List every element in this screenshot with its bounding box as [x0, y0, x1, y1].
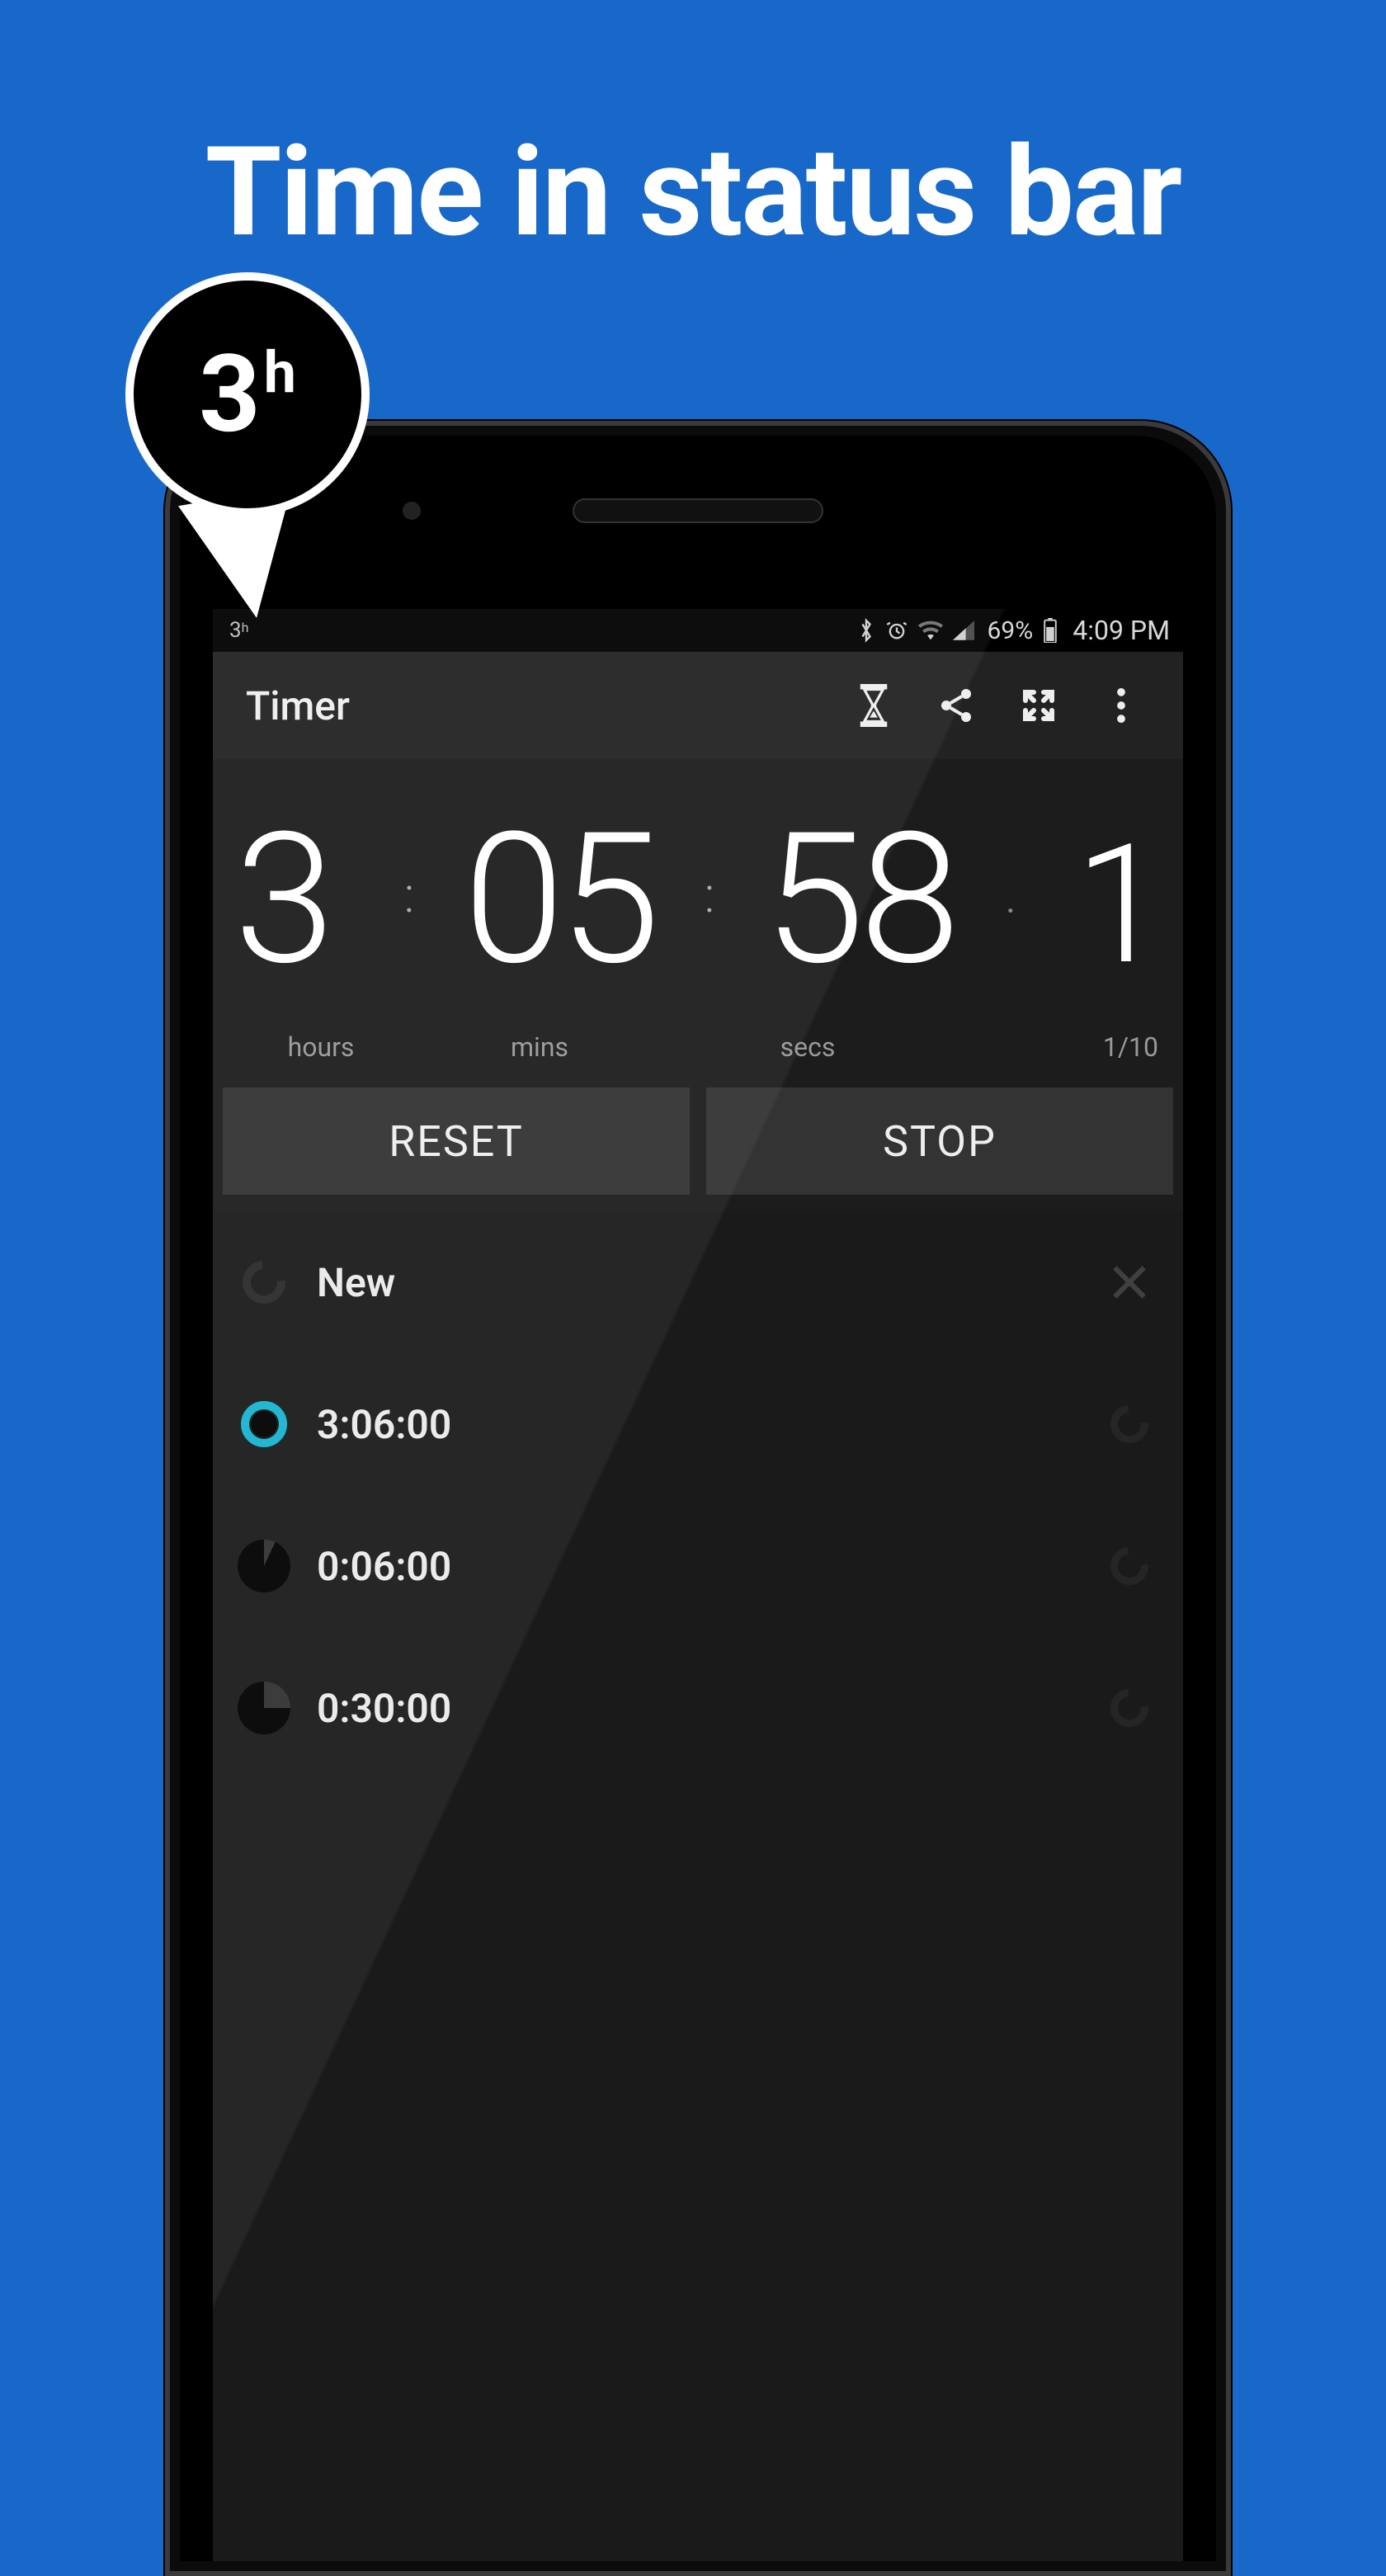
stop-button[interactable]: STOP: [706, 1087, 1173, 1195]
label-hours: hours: [234, 1031, 408, 1063]
timer-secs: 58: [736, 809, 983, 990]
share-icon[interactable]: [919, 668, 993, 743]
timer-list: New 3:06:00 0:06:00 0:30:00: [213, 1211, 1183, 2561]
list-item[interactable]: 3:06:00: [213, 1353, 1183, 1495]
refresh-icon[interactable]: [1109, 1545, 1150, 1587]
app-title: Timer: [246, 682, 828, 729]
list-item[interactable]: 0:30:00: [213, 1637, 1183, 1779]
app-toolbar: Timer: [213, 652, 1183, 759]
list-item[interactable]: 0:06:00: [213, 1495, 1183, 1637]
close-icon[interactable]: [1109, 1262, 1150, 1303]
list-item-label: 3:06:00: [317, 1401, 1082, 1448]
alarm-icon: [885, 619, 908, 642]
promo-headline: Time in status bar: [0, 120, 1386, 265]
actions-row: RESET STOP: [213, 1074, 1183, 1211]
time-separator: ·: [1005, 882, 1017, 941]
phone-frame: 3h: [165, 421, 1231, 2576]
wifi-icon: [918, 620, 943, 640]
fullscreen-icon[interactable]: [1002, 668, 1076, 743]
signal-icon: [953, 620, 974, 640]
callout-unit: h: [264, 344, 296, 402]
timer-hours: 3: [234, 809, 383, 990]
progress-pie-icon: [238, 1682, 290, 1734]
time-separator: :: [404, 866, 415, 924]
label-secs: secs: [672, 1031, 944, 1063]
active-ring-icon: [238, 1398, 290, 1451]
battery-percent: 69%: [988, 616, 1034, 645]
list-item-label: New: [317, 1259, 1082, 1306]
refresh-icon: [238, 1256, 290, 1309]
label-tenths: 1/10: [944, 1031, 1162, 1063]
refresh-icon[interactable]: [1109, 1687, 1150, 1729]
phone-screen: 3h: [213, 609, 1183, 2561]
phone-camera: [403, 502, 421, 520]
callout-bubble: 3 h: [125, 272, 370, 517]
timer-tenths: 1: [1038, 823, 1162, 988]
statusbar-timer-unit: h: [242, 620, 249, 635]
timer-display: 3 : 05 : 58 · 1 hours mins secs 1/10: [213, 759, 1183, 1074]
reset-button[interactable]: RESET: [223, 1087, 690, 1195]
overflow-menu-icon[interactable]: [1084, 668, 1158, 743]
list-item-label: 0:06:00: [317, 1543, 1082, 1590]
phone-speaker: [573, 498, 823, 523]
refresh-icon[interactable]: [1109, 1404, 1150, 1445]
timer-mins: 05: [436, 809, 683, 990]
progress-pie-icon: [238, 1540, 290, 1592]
status-bar: 3h: [213, 609, 1183, 652]
time-separator: :: [705, 866, 715, 924]
list-item-label: 0:30:00: [317, 1685, 1082, 1732]
label-mins: mins: [408, 1031, 672, 1063]
bluetooth-icon: [857, 618, 875, 643]
callout-number: 3: [199, 341, 261, 448]
list-item[interactable]: New: [213, 1211, 1183, 1353]
hourglass-icon[interactable]: [837, 668, 911, 743]
battery-icon: [1043, 618, 1058, 643]
statusbar-clock: 4:09 PM: [1072, 615, 1170, 646]
